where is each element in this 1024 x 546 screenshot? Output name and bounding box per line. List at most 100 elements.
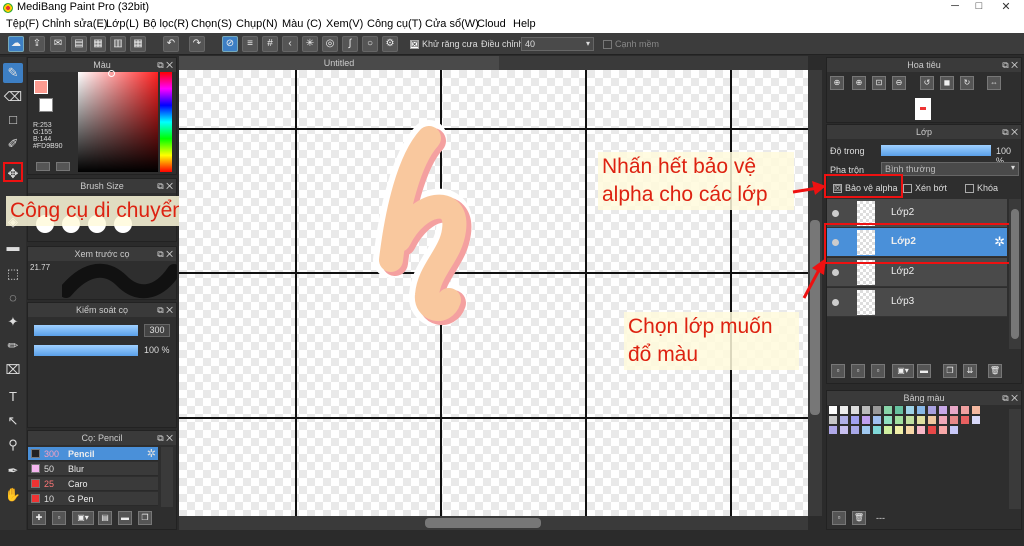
eraser-tool-icon[interactable]: ⌫	[3, 87, 23, 107]
palette-color-swatch[interactable]	[906, 426, 914, 434]
palette-color-swatch[interactable]	[939, 406, 947, 414]
brush-list-item[interactable]: 300 Pencil ✲	[28, 447, 158, 461]
rotate-left-icon[interactable]: ↺	[920, 76, 934, 90]
color-picker-cursor[interactable]	[108, 70, 115, 77]
menu-select[interactable]: Chọn(S)	[191, 18, 232, 30]
palette-color-swatch[interactable]	[972, 406, 980, 414]
cloud-icon[interactable]: ☁	[8, 36, 24, 52]
panel-close-icon[interactable]: ⧉ ✕	[157, 58, 173, 72]
upload-icon[interactable]: ⇪	[29, 36, 45, 52]
palette-color-swatch[interactable]	[950, 416, 958, 424]
duplicate-layer-icon[interactable]: ❐	[943, 364, 957, 378]
antialias-checkbox[interactable]: ☒	[410, 40, 419, 49]
brush-size-slider[interactable]	[34, 325, 138, 336]
snap-off-icon[interactable]: ⊘	[222, 36, 238, 52]
drawing-canvas[interactable]	[179, 70, 808, 516]
visibility-icon[interactable]	[832, 210, 839, 217]
add-brush-icon[interactable]: ✚	[32, 511, 46, 525]
dot-tool-icon[interactable]: □	[3, 110, 23, 130]
grid-icon[interactable]: ▥	[110, 36, 126, 52]
layers-icon[interactable]: ▤	[71, 36, 87, 52]
brush-list-item[interactable]: 25 Caro	[28, 477, 158, 491]
minimize-button[interactable]: ─	[944, 0, 966, 14]
palette-color-swatch[interactable]	[862, 426, 870, 434]
clipping-checkbox[interactable]	[903, 184, 912, 193]
menu-window[interactable]: Cửa sổ(W)	[425, 18, 479, 30]
new-brush-icon[interactable]: ▫	[52, 511, 66, 525]
menu-cloud[interactable]: Cloud	[477, 18, 506, 30]
delete-color-icon[interactable]: 🗑	[852, 511, 866, 525]
brush-list-item[interactable]: 10 G Pen	[28, 492, 158, 506]
document-tab[interactable]: Untitled	[179, 56, 499, 70]
menu-help[interactable]: Help	[513, 18, 536, 30]
palette-scrollbar[interactable]	[1009, 409, 1021, 509]
palette-color-swatch[interactable]	[950, 426, 958, 434]
eyedropper-icon[interactable]: ✒	[3, 461, 23, 481]
palette-color-swatch[interactable]	[829, 406, 837, 414]
canvas-horizontal-scrollbar[interactable]	[179, 516, 808, 530]
maximize-button[interactable]: □	[968, 0, 990, 14]
palette-color-swatch[interactable]	[851, 426, 859, 434]
dropper-tool-icon[interactable]: ⚲	[3, 435, 23, 455]
panel-close-icon[interactable]: ⧉ ✕	[1002, 125, 1018, 139]
palette-color-swatch[interactable]	[873, 426, 881, 434]
folder-icon[interactable]: ▬	[118, 511, 132, 525]
palette-color-swatch[interactable]	[917, 426, 925, 434]
palette-color-swatch[interactable]	[862, 416, 870, 424]
visibility-icon[interactable]	[832, 269, 839, 276]
gear-icon[interactable]: ✲	[147, 447, 156, 460]
palette-color-swatch[interactable]	[939, 426, 947, 434]
add-color-icon[interactable]: ▫	[832, 511, 846, 525]
palette-color-swatch[interactable]	[851, 406, 859, 414]
menu-filter[interactable]: Bộ lọc(R)	[143, 18, 189, 30]
menu-layer[interactable]: Lớp(L)	[106, 18, 139, 30]
circle-snap-icon[interactable]: ◎	[322, 36, 338, 52]
palette-color-swatch[interactable]	[928, 406, 936, 414]
brush-list-item[interactable]: 50 Blur	[28, 462, 158, 476]
zoom-out-icon[interactable]: ⊖	[892, 76, 906, 90]
gradient-tool-icon[interactable]: ▬	[3, 237, 23, 257]
delete-layer-icon[interactable]: 🗑	[988, 364, 1002, 378]
menu-color[interactable]: Màu (C)	[282, 18, 322, 30]
undo-icon[interactable]: ↶	[163, 36, 179, 52]
text-tool-icon[interactable]: T	[3, 387, 23, 407]
palette-color-swatch[interactable]	[884, 416, 892, 424]
palette-color-swatch[interactable]	[873, 416, 881, 424]
panel-close-icon[interactable]: ⧉ ✕	[1002, 58, 1018, 72]
brush-settings-icon[interactable]: ▤	[98, 511, 112, 525]
palette-color-swatch[interactable]	[829, 416, 837, 424]
zoom-in-icon[interactable]: ⊕	[830, 76, 844, 90]
palette-color-swatch[interactable]	[928, 416, 936, 424]
palette-color-swatch[interactable]	[884, 406, 892, 414]
background-color-swatch[interactable]	[39, 98, 53, 112]
lasso-tool-icon[interactable]: ◌	[3, 288, 23, 308]
palette-color-swatch[interactable]	[840, 426, 848, 434]
select-eraser-icon[interactable]: ⌧	[3, 360, 23, 380]
palette-color-swatch[interactable]	[917, 416, 925, 424]
palette-color-swatch[interactable]	[917, 406, 925, 414]
navigator-thumbnail[interactable]	[915, 98, 931, 120]
pen-tool-icon[interactable]: ✐	[3, 134, 23, 154]
soft-edge-checkbox[interactable]	[603, 40, 612, 49]
palette-color-swatch[interactable]	[961, 406, 969, 414]
palette-color-swatch[interactable]	[884, 426, 892, 434]
brush-options-icon[interactable]: ▣▾	[72, 511, 94, 525]
panel-close-icon[interactable]: ⧉ ✕	[1002, 391, 1018, 405]
new-layer-icon[interactable]: ▫	[831, 364, 845, 378]
palette-color-swatch[interactable]	[906, 406, 914, 414]
panel-close-icon[interactable]: ⧉ ✕	[157, 303, 173, 317]
visibility-icon[interactable]	[832, 299, 839, 306]
menu-file[interactable]: Tệp(F)	[6, 18, 39, 30]
panel-close-icon[interactable]: ⧉ ✕	[157, 179, 173, 193]
foreground-color-swatch[interactable]	[34, 80, 48, 94]
redo-icon[interactable]: ↷	[189, 36, 205, 52]
flip-icon[interactable]: ⇔	[987, 76, 1001, 90]
perspective-snap-icon[interactable]: ‹	[282, 36, 298, 52]
saturation-value-picker[interactable]	[78, 72, 158, 172]
merge-down-icon[interactable]: ⇊	[963, 364, 977, 378]
adjust-select[interactable]: 40 ▾	[521, 37, 594, 51]
panel-close-icon[interactable]: ⧉ ✕	[157, 431, 173, 445]
lock-checkbox[interactable]	[965, 184, 974, 193]
snap-settings-icon[interactable]: ⚙	[382, 36, 398, 52]
comment-icon[interactable]: ✉	[50, 36, 66, 52]
